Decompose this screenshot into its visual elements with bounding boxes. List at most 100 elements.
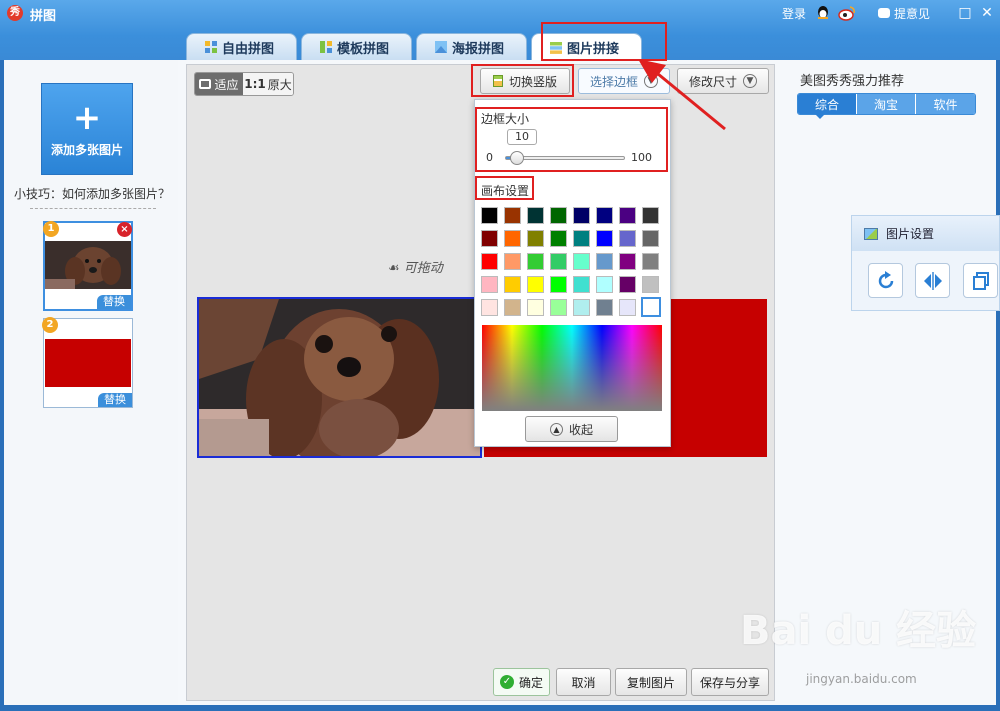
image-settings-title: 图片设置: [886, 227, 935, 241]
confirm-label: 确定: [518, 675, 543, 690]
color-swatch[interactable]: [504, 230, 521, 247]
slider-handle[interactable]: [510, 151, 524, 165]
add-images-label: 添加多张图片: [50, 142, 123, 157]
replace-button[interactable]: 替换: [98, 393, 132, 407]
tab-label: 模板拼图: [337, 41, 390, 57]
color-swatch[interactable]: [619, 299, 636, 316]
tab-software[interactable]: 软件: [916, 94, 975, 114]
color-swatch[interactable]: [642, 230, 659, 247]
color-swatch[interactable]: [596, 299, 613, 316]
border-size-title: 边框大小: [481, 112, 530, 126]
color-swatch[interactable]: [481, 207, 498, 224]
app-logo-icon: 秀: [7, 5, 23, 21]
color-swatch[interactable]: [573, 299, 590, 316]
copy-image-button[interactable]: 复制图片: [615, 668, 687, 696]
tip-link[interactable]: 小技巧：如何添加多张图片？: [14, 185, 170, 202]
maximize-button[interactable]: □: [956, 4, 974, 22]
color-swatch[interactable]: [527, 230, 544, 247]
tab-taobao[interactable]: 淘宝: [857, 94, 916, 114]
drag-hint-icon: ☙: [388, 261, 404, 276]
border-size-value[interactable]: 10: [507, 129, 537, 145]
color-swatch[interactable]: [573, 207, 590, 224]
drag-hint: ☙ 可拖动: [388, 257, 443, 276]
color-swatch[interactable]: [573, 276, 590, 293]
copy-layer-button[interactable]: [963, 263, 998, 298]
save-share-button[interactable]: 保存与分享: [691, 668, 769, 696]
recommend-tabs: 综合 淘宝 软件: [797, 93, 976, 115]
color-swatch[interactable]: [527, 253, 544, 270]
color-swatch[interactable]: [550, 253, 567, 270]
color-swatch[interactable]: [641, 297, 661, 317]
dog-photo: [199, 299, 480, 456]
flip-horizontal-button[interactable]: [915, 263, 950, 298]
color-swatch[interactable]: [596, 276, 613, 293]
close-button[interactable]: ✕: [978, 4, 996, 22]
canvas-settings-title: 画布设置: [481, 184, 530, 198]
color-swatch[interactable]: [550, 230, 567, 247]
cancel-button[interactable]: 取消: [556, 668, 611, 696]
color-swatch[interactable]: [596, 207, 613, 224]
chat-bubble-icon: [877, 8, 890, 18]
slider-min-label: 0: [486, 151, 493, 164]
color-swatch[interactable]: [642, 253, 659, 270]
color-swatch[interactable]: [550, 299, 567, 316]
weibo-icon[interactable]: [838, 5, 856, 21]
color-swatch[interactable]: [504, 299, 521, 316]
rotate-button[interactable]: [868, 263, 903, 298]
template-collage-icon: [320, 41, 333, 53]
remove-thumbnail-icon[interactable]: ×: [117, 222, 132, 237]
color-swatch[interactable]: [573, 253, 590, 270]
color-swatch[interactable]: [596, 230, 613, 247]
thumbnail-2[interactable]: 2 替换: [42, 317, 133, 408]
canvas-image-1[interactable]: [197, 297, 482, 458]
tip-divider: [30, 208, 156, 209]
color-swatch[interactable]: [619, 207, 636, 224]
color-swatch[interactable]: [619, 230, 636, 247]
thumbnail-number-badge: 2: [42, 317, 58, 333]
one-to-one-label: 1:1: [244, 77, 266, 91]
thumbnail-number-badge: 1: [43, 221, 59, 237]
color-swatch[interactable]: [596, 253, 613, 270]
color-spectrum-picker[interactable]: [482, 325, 662, 411]
switch-vertical-button[interactable]: 切换竖版: [480, 68, 570, 94]
check-icon: ✓: [499, 675, 514, 689]
color-swatch[interactable]: [619, 253, 636, 270]
tab-poster-collage[interactable]: 海报拼图: [416, 33, 528, 60]
color-swatch[interactable]: [504, 253, 521, 270]
qq-icon[interactable]: [816, 5, 830, 21]
thumbnail-1[interactable]: 1 × 替换: [43, 221, 133, 311]
tab-general[interactable]: 综合: [798, 94, 857, 114]
window-title: 拼图: [30, 9, 57, 24]
tab-free-collage[interactable]: 自由拼图: [186, 33, 298, 60]
copy-layer-icon: [972, 271, 989, 290]
color-swatch[interactable]: [642, 207, 659, 224]
color-swatch[interactable]: [481, 299, 498, 316]
color-swatch[interactable]: [550, 207, 567, 224]
color-swatch[interactable]: [504, 207, 521, 224]
fit-button[interactable]: 适应: [195, 73, 243, 95]
drag-hint-label: 可拖动: [403, 261, 443, 276]
color-swatch[interactable]: [527, 207, 544, 224]
color-swatch[interactable]: [481, 253, 498, 270]
collapse-button[interactable]: ▲ 收起: [525, 416, 618, 442]
original-size-button[interactable]: 1:1 原大: [243, 73, 293, 95]
free-collage-icon: [205, 41, 217, 53]
add-images-button[interactable]: + 添加多张图片: [41, 83, 133, 175]
color-swatch[interactable]: [527, 299, 544, 316]
tab-template-collage[interactable]: 模板拼图: [301, 33, 413, 60]
feedback-link[interactable]: 提意见: [877, 5, 930, 22]
color-swatch[interactable]: [642, 276, 659, 293]
color-swatch[interactable]: [481, 276, 498, 293]
active-tab-pointer: [815, 114, 825, 119]
color-swatch[interactable]: [504, 276, 521, 293]
replace-button[interactable]: 替换: [97, 295, 131, 309]
color-swatch[interactable]: [619, 276, 636, 293]
switch-vertical-label: 切换竖版: [508, 74, 557, 89]
login-link[interactable]: 登录: [782, 5, 806, 22]
confirm-button[interactable]: ✓ 确定: [493, 668, 550, 696]
color-swatch[interactable]: [550, 276, 567, 293]
color-swatch[interactable]: [527, 276, 544, 293]
tab-image-stitch[interactable]: 图片拼接: [531, 33, 643, 61]
color-swatch[interactable]: [481, 230, 498, 247]
color-swatch[interactable]: [573, 230, 590, 247]
